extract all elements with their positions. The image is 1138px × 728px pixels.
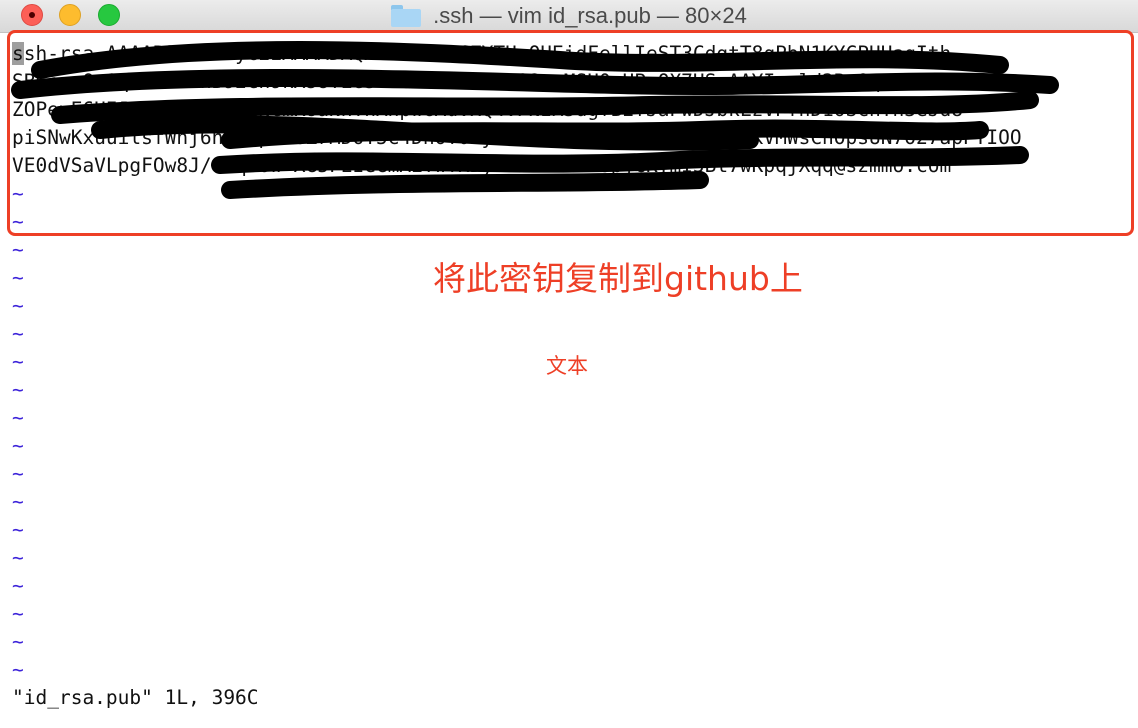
window-title: .ssh — vim id_rsa.pub — 80×24	[433, 3, 747, 28]
empty-line-marker: ~	[12, 546, 24, 569]
annotation-text: 将此密钥复制到github上	[433, 259, 803, 298]
empty-line-marker: ~	[12, 658, 24, 681]
folder-icon	[391, 5, 422, 27]
empty-line-marker: ~	[12, 518, 24, 541]
empty-line-marker: ~	[12, 378, 24, 401]
status-line: "id_rsa.pub" 1L, 396C	[12, 686, 259, 709]
empty-line-marker: ~	[12, 490, 24, 513]
window-title-container: .ssh — vim id_rsa.pub — 80×24	[0, 0, 1138, 32]
window-titlebar: .ssh — vim id_rsa.pub — 80×24	[0, 0, 1138, 33]
empty-line-marker: ~	[12, 602, 24, 625]
empty-line-marker: ~	[12, 406, 24, 429]
empty-line-marker: ~	[12, 434, 24, 457]
empty-line-marker: ~	[12, 574, 24, 597]
empty-line-marker: ~	[12, 462, 24, 485]
empty-line-marker: ~	[12, 630, 24, 653]
text-label: 文本	[546, 354, 588, 378]
highlight-box	[7, 30, 1134, 236]
empty-line-marker: ~	[12, 322, 24, 345]
